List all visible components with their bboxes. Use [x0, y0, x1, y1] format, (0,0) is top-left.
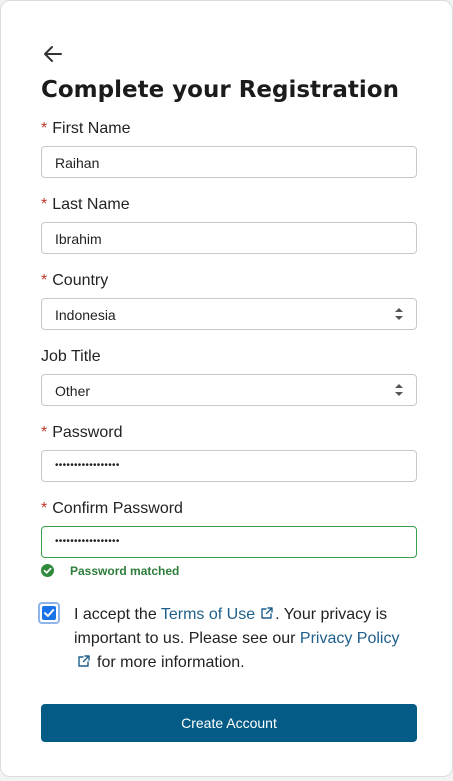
required-marker: *: [41, 272, 48, 289]
country-value: Indonesia: [55, 307, 116, 323]
chevron-updown-icon: [395, 384, 403, 396]
chevron-updown-icon: [395, 308, 403, 320]
job-title-label: Job Title: [41, 348, 101, 365]
job-title-value: Other: [55, 383, 91, 399]
password-label: * Password: [41, 424, 123, 441]
create-account-button[interactable]: Create Account: [41, 704, 417, 742]
last-name-input[interactable]: Ibrahim: [41, 222, 417, 254]
registration-card: Complete your Registration * First Name R…: [0, 0, 453, 777]
required-marker: *: [41, 120, 48, 137]
last-name-value: Ibrahim: [55, 231, 102, 247]
country-label: * Country: [41, 272, 109, 289]
required-marker: *: [41, 424, 48, 441]
password-masked-value: •••••••••••••••••: [55, 460, 120, 471]
checkbox-fill: [42, 606, 56, 620]
checkmark-icon: [44, 609, 55, 617]
consent-text: I accept the Terms of Use . Your privacy…: [74, 606, 400, 671]
job-title-select[interactable]: Other: [41, 374, 417, 406]
first-name-input[interactable]: Raihan: [41, 146, 417, 178]
check-circle-icon: [41, 564, 54, 577]
required-marker: *: [41, 196, 48, 213]
last-name-label: * Last Name: [41, 196, 130, 213]
confirm-password-masked-value: •••••••••••••••••: [55, 536, 120, 547]
terms-of-use-link[interactable]: Terms of Use: [161, 606, 255, 623]
privacy-policy-link[interactable]: Privacy Policy: [300, 630, 400, 647]
external-link-icon[interactable]: [77, 654, 91, 668]
terms-checkbox[interactable]: [38, 602, 60, 624]
password-input[interactable]: •••••••••••••••••: [41, 450, 417, 482]
country-select[interactable]: Indonesia: [41, 298, 417, 330]
confirm-password-label: * Confirm Password: [41, 500, 183, 517]
page-title: Complete your Registration: [41, 77, 399, 103]
confirm-password-input[interactable]: •••••••••••••••••: [41, 526, 417, 558]
back-arrow-icon[interactable]: [41, 42, 65, 66]
first-name-label: * First Name: [41, 120, 131, 137]
required-marker: *: [41, 500, 48, 517]
first-name-value: Raihan: [55, 155, 100, 171]
external-link-icon[interactable]: [260, 606, 274, 620]
password-match-text: Password matched: [70, 564, 180, 578]
